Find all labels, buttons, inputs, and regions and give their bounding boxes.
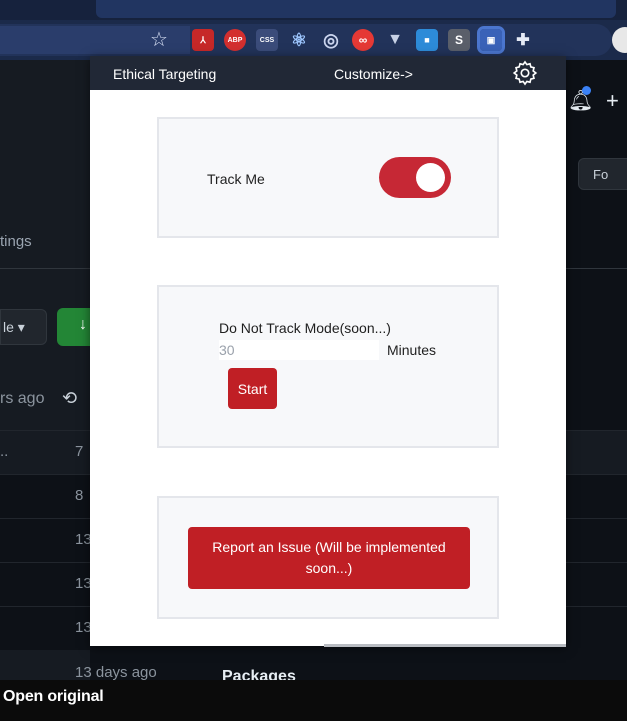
tab-strip — [0, 0, 627, 20]
fork-button[interactable]: Fo — [578, 158, 627, 190]
open-original-link[interactable]: Open original — [3, 688, 104, 706]
file-age: 13 days ago — [75, 664, 157, 681]
abp-icon[interactable]: ABP — [224, 29, 246, 51]
target-icon[interactable]: ◎ — [320, 29, 342, 51]
tab-settings[interactable]: tings — [0, 233, 32, 250]
popup-scroll-edge — [324, 644, 566, 647]
file-name: .. — [0, 443, 9, 460]
popup-title: Ethical Targeting — [113, 66, 217, 82]
pdf-icon[interactable]: ⅄ — [192, 29, 214, 51]
react-icon[interactable]: ⚛ — [288, 29, 310, 51]
file-age: 7 — [75, 443, 84, 460]
dnt-mode-label: Do Not Track Mode(soon...) — [219, 320, 391, 336]
branch-dropdown[interactable]: le ▾ — [0, 309, 47, 345]
blue-ext-icon[interactable]: ■ — [416, 29, 438, 51]
extension-popup: Ethical Targeting Customize-> Track Me D… — [90, 56, 566, 647]
notification-dot — [582, 86, 591, 95]
start-button[interactable]: Start — [228, 368, 277, 409]
extensions-row: ⅄ ABP CSS ⚛ ◎ ∞ ▼ ■ S ▣ ✚ — [192, 24, 544, 56]
minutes-label: Minutes — [387, 342, 437, 358]
active-tab[interactable] — [96, 0, 616, 18]
report-card: Report an Issue (Will be implemented soo… — [157, 496, 499, 619]
css-icon[interactable]: CSS — [256, 29, 278, 51]
vue-icon[interactable]: ▼ — [384, 29, 406, 51]
commit-age: rs ago — [0, 390, 45, 407]
report-issue-button[interactable]: Report an Issue (Will be implemented soo… — [188, 527, 470, 589]
gear-icon[interactable] — [511, 59, 539, 87]
popup-header: Ethical Targeting Customize-> — [90, 56, 566, 90]
puzzle-icon[interactable]: ✚ — [512, 29, 534, 51]
do-not-track-card: Do Not Track Mode(soon...) Minutes Start — [157, 285, 499, 448]
file-age: 8 — [75, 487, 84, 504]
track-me-label: Track Me — [207, 171, 265, 187]
minutes-input[interactable] — [219, 340, 379, 360]
plus-icon[interactable]: + — [606, 88, 619, 114]
s-ext-icon[interactable]: S — [448, 29, 470, 51]
history-icon[interactable]: ⟲ — [62, 388, 77, 409]
infinity-icon[interactable]: ∞ — [352, 29, 374, 51]
track-me-toggle[interactable] — [379, 157, 451, 198]
track-me-card: Track Me — [157, 117, 499, 238]
bookmark-star-icon[interactable]: ☆ — [150, 28, 168, 52]
toggle-knob — [416, 163, 445, 192]
customize-link[interactable]: Customize-> — [334, 66, 413, 82]
ethical-targeting-icon[interactable]: ▣ — [477, 26, 505, 54]
